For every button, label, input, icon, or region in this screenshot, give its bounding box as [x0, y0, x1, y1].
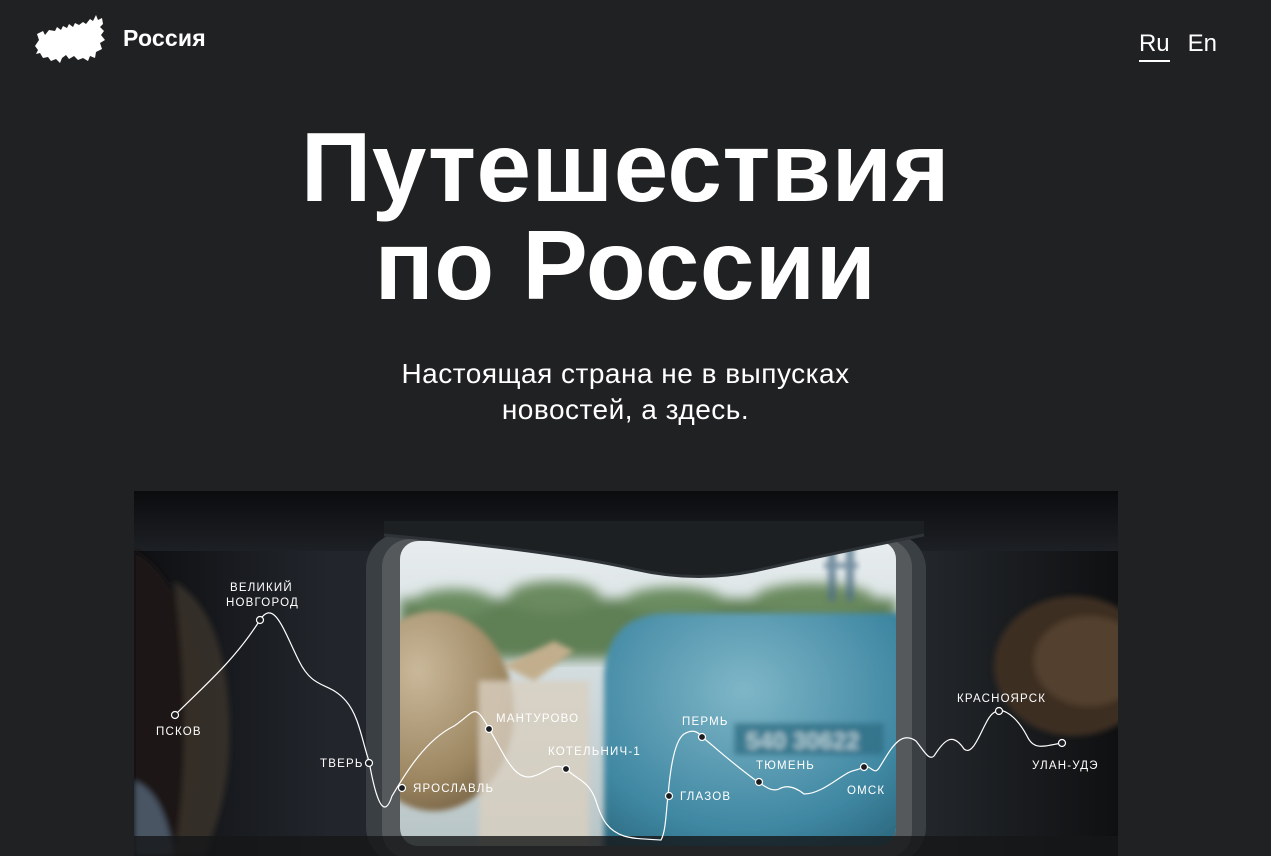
station-label-manturovo: МАНТУРОВО [496, 713, 579, 725]
page: Россия Ru En Путешествия по России Насто… [0, 0, 1271, 856]
train-window-photo: 540 30622 ПСКОВ ВЕЛИКИЙ НОВГОРОД ТВЕРЬ Я… [134, 491, 1118, 856]
station-label-velikiy-novgorod-2: НОВГОРОД [226, 597, 299, 609]
station-label-krasnoyarsk: КРАСНОЯРСК [957, 693, 1046, 705]
logo-text: Россия [123, 24, 206, 51]
station-dot-ulan-ude[interactable] [1057, 738, 1067, 748]
logo-link[interactable]: Россия [33, 12, 206, 64]
station-dot-glazov[interactable] [664, 791, 674, 801]
station-label-ulan-ude: УЛАН-УДЭ [1032, 760, 1099, 772]
station-dot-yaroslavl[interactable] [397, 783, 407, 793]
station-label-pskov: ПСКОВ [156, 726, 202, 738]
station-dot-tyumen[interactable] [754, 777, 764, 787]
page-subtitle: Настоящая страна не в выпусках новостей,… [0, 356, 1251, 428]
lang-ru-link[interactable]: Ru [1138, 30, 1170, 62]
station-label-yaroslavl: ЯРОСЛАВЛЬ [413, 783, 494, 795]
station-label-glazov: ГЛАЗОВ [680, 791, 731, 803]
station-dot-perm[interactable] [697, 732, 707, 742]
lang-en-link[interactable]: En [1188, 30, 1217, 62]
russia-map-icon [35, 15, 105, 63]
station-dot-omsk[interactable] [859, 762, 869, 772]
station-label-kotelnich: КОТЕЛЬНИЧ-1 [548, 746, 641, 758]
hero-image: 540 30622 ПСКОВ ВЕЛИКИЙ НОВГОРОД ТВЕРЬ Я… [134, 491, 1118, 856]
page-subtitle-line-1: Настоящая страна не в выпусках [401, 358, 850, 389]
station-dot-krasnoyarsk[interactable] [994, 706, 1004, 716]
page-title: Путешествия по России [0, 118, 1251, 314]
station-dot-kotelnich[interactable] [561, 764, 571, 774]
station-dot-velikiy-novgorod[interactable] [255, 615, 265, 625]
page-title-line-2: по России [374, 210, 877, 320]
station-label-velikiy-novgorod-1: ВЕЛИКИЙ [230, 581, 293, 594]
station-dot-tver[interactable] [364, 758, 374, 768]
page-title-line-1: Путешествия [300, 112, 951, 222]
station-dot-manturovo[interactable] [484, 724, 494, 734]
station-label-perm: ПЕРМЬ [682, 716, 729, 728]
station-dot-pskov[interactable] [170, 710, 180, 720]
station-label-omsk: ОМСК [847, 785, 885, 797]
language-switcher: Ru En [1138, 30, 1217, 62]
station-label-tyumen: ТЮМЕНЬ [756, 760, 815, 772]
page-subtitle-line-2: новостей, а здесь. [501, 394, 750, 425]
station-label-tver: ТВЕРЬ [320, 758, 364, 770]
svg-text:540 30622: 540 30622 [746, 728, 859, 755]
